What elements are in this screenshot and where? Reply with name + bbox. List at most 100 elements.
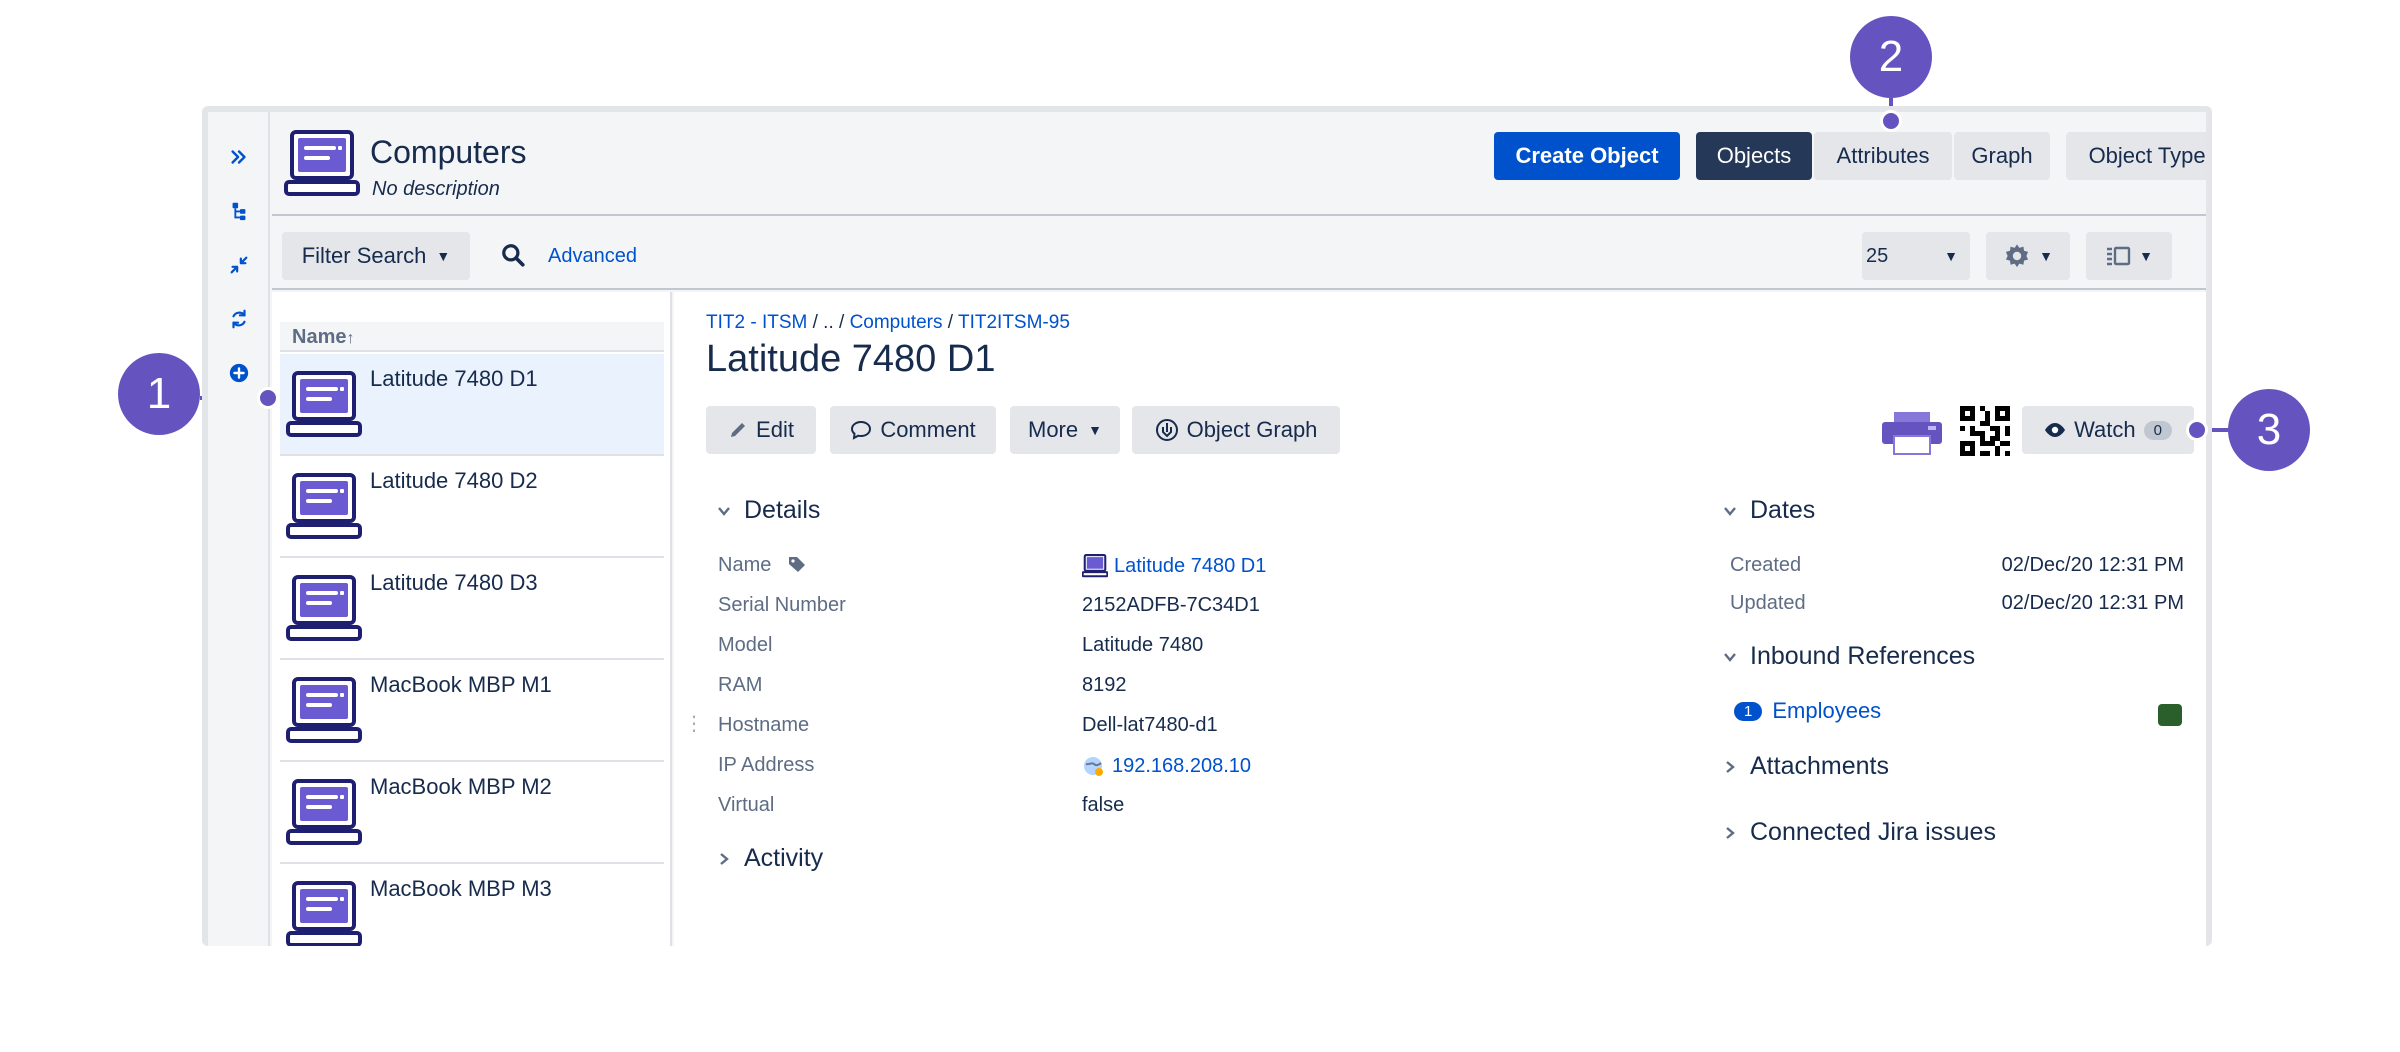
list-column-header[interactable]: Name↑ [280,322,664,352]
watch-label: Watch [2074,417,2136,442]
details-section-toggle[interactable]: Details [714,496,820,525]
watch-count-badge: 0 [2143,420,2172,440]
object-type-header: Computers No description Create Object O… [272,112,2206,216]
breadcrumb-object-type[interactable]: Computers [850,312,943,333]
attr-value-ip-address[interactable]: 192.168.208.10 [1082,754,1251,778]
inbound-references-heading: Inbound References [1750,642,1976,670]
laptop-icon [286,575,362,641]
activity-section-toggle[interactable]: Activity [714,844,823,873]
attr-value-text: 192.168.208.10 [1112,754,1252,777]
chevron-down-icon [1720,647,1740,667]
settings-dropdown[interactable]: ▼ [1986,232,2070,280]
tab-objects[interactable]: Objects [1696,132,1812,180]
attr-value-name[interactable]: Latitude 7480 D1 [1082,554,1266,578]
jira-issues-section-toggle[interactable]: Connected Jira issues [1720,818,1996,847]
comment-button[interactable]: Comment [830,406,996,454]
inbound-references-toggle[interactable]: Inbound References [1720,642,1975,671]
list-item[interactable]: Latitude 7480 D1 [280,354,664,456]
attr-label-virtual: Virtual [718,794,775,816]
attachments-heading: Attachments [1750,752,1889,780]
breadcrumb-object-key[interactable]: TIT2ITSM-95 [958,312,1070,333]
attr-label-ip-address: IP Address [718,754,815,776]
create-object-button[interactable]: Create Object [1494,132,1680,180]
object-graph-button[interactable]: Object Graph [1132,406,1340,454]
expand-icon[interactable] [220,138,258,176]
laptop-icon [286,881,362,946]
attr-value-text: Latitude 7480 D1 [1114,554,1267,577]
pane-resize-handle[interactable]: ⋮ [684,714,704,734]
watch-button[interactable]: Watch 0 [2022,406,2194,454]
left-rail [208,112,270,946]
list-item[interactable]: Latitude 7480 D2 [280,456,664,558]
attr-label-hostname: Hostname [718,714,810,736]
reference-count-badge: 1 [1734,701,1763,721]
dates-heading: Dates [1750,496,1816,524]
employees-link[interactable]: Employees [1772,698,1881,724]
caret-down-icon: ▼ [436,248,451,264]
tab-attributes[interactable]: Attributes [1814,132,1952,180]
list-item-label: Latitude 7480 D3 [370,570,538,595]
object-graph-label: Object Graph [1186,417,1318,442]
laptop-icon [286,473,362,539]
inbound-reference-row[interactable]: 1 Employees [1734,698,1881,724]
list-item-label: MacBook MBP M2 [370,774,552,799]
details-heading: Details [744,496,821,524]
page-size-select[interactable]: 25 ▼ [1862,232,1970,280]
created-label: Created [1730,554,1802,576]
list-item-label: Latitude 7480 D2 [370,468,538,493]
reference-color-swatch [2158,704,2182,726]
hierarchy-icon[interactable] [220,192,258,230]
breadcrumb: TIT2 - ITSM / .. / Computers / TIT2ITSM-… [706,312,1070,334]
network-icon [1084,757,1103,776]
advanced-link[interactable]: Advanced [548,245,637,268]
chevron-down-icon: ▼ [2039,248,2053,264]
attr-value-model: Latitude 7480 [1082,634,1204,656]
object-list: Name↑ Latitude 7480 D1 Latitude 7480 D2 La… [272,292,672,946]
object-type-title: Computers [370,134,527,170]
add-icon[interactable] [220,354,258,392]
breadcrumb-ellipsis: / .. / [807,312,850,333]
qr-code-icon[interactable] [1960,406,2010,456]
page-size-value: 25 [1866,244,1889,267]
object-type-dropdown[interactable]: Object Type ▼ [2066,132,2206,180]
search-icon[interactable] [500,242,526,268]
attr-value-serial-number: 2152ADFB-7C34D1 [1082,594,1260,616]
object-title: Latitude 7480 D1 [706,338,996,380]
assets-app: Computers No description Create Object O… [208,112,2206,946]
attr-label-serial-number: Serial Number [718,594,846,616]
view-layout-dropdown[interactable]: ▼ [2086,232,2172,280]
jira-issues-heading: Connected Jira issues [1750,818,1996,846]
attr-label-name: Name [718,554,807,577]
attachments-section-toggle[interactable]: Attachments [1720,752,1889,781]
filter-search-dropdown[interactable]: Filter Search ▼ [282,232,470,280]
list-item[interactable]: MacBook MBP M3 [280,864,664,946]
comment-icon [851,420,872,440]
object-type-label: Object Type [2088,143,2206,168]
printer-icon[interactable] [1880,410,1944,456]
created-value: 02/Dec/20 12:31 PM [2001,554,2184,576]
layout-icon [2107,246,2131,266]
breadcrumb-schema[interactable]: TIT2 - ITSM [706,312,807,333]
more-dropdown[interactable]: More ▼ [1010,406,1120,454]
eye-icon [2045,423,2066,437]
edit-button[interactable]: Edit [706,406,816,454]
chevron-down-icon [714,501,734,521]
updated-label: Updated [1730,592,1806,614]
comment-label: Comment [880,417,976,442]
filter-search-label: Filter Search [301,243,427,268]
pencil-icon [731,423,746,437]
refresh-icon[interactable] [220,300,258,338]
dates-section-toggle[interactable]: Dates [1720,496,1815,525]
collapse-icon[interactable] [220,246,258,284]
chevron-right-icon [714,849,734,869]
tab-graph[interactable]: Graph [1954,132,2050,180]
list-item[interactable]: Latitude 7480 D3 [280,558,664,660]
breadcrumb-separator: / [942,312,958,333]
list-item[interactable]: MacBook MBP M1 [280,660,664,762]
callout-3-anchor [2186,419,2208,441]
list-item[interactable]: MacBook MBP M2 [280,762,664,864]
chevron-right-icon [1720,823,1740,843]
activity-heading: Activity [744,844,824,872]
chevron-right-icon [1720,757,1740,777]
laptop-icon [286,371,362,437]
